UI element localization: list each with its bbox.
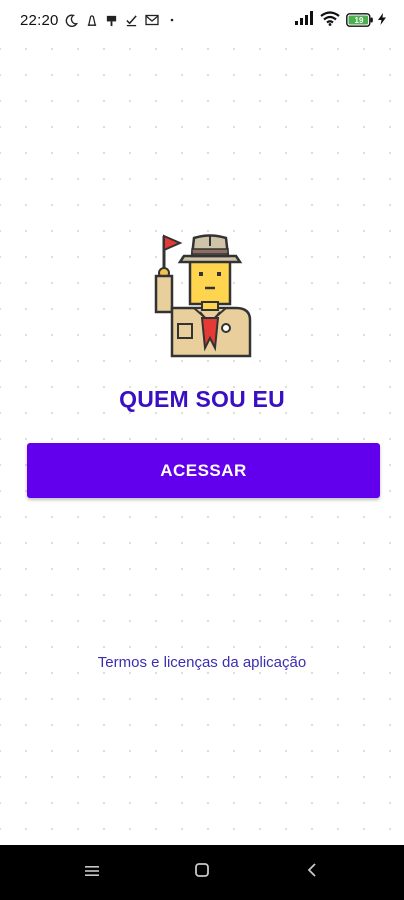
battery-icon: 19 (346, 13, 394, 27)
notification-app-icon (85, 13, 99, 27)
status-left-group: 22:20 (20, 12, 179, 29)
menu-icon (84, 864, 100, 882)
menu-button[interactable] (72, 853, 112, 893)
flag-notification-icon (105, 13, 119, 27)
charging-icon (378, 12, 386, 29)
app-title: QUEM SOU EU (119, 386, 285, 412)
back-button[interactable] (292, 853, 332, 893)
signal-icon (294, 11, 314, 29)
terms-link[interactable]: Termos e licenças da aplicação (0, 654, 404, 671)
app-screen: 22:20 19 QUEM SOU EU ACESSAR Termos e li… (0, 0, 404, 900)
status-time: 22:20 (20, 11, 59, 29)
navigation-bar (0, 845, 404, 900)
dot-icon (165, 13, 179, 27)
battery-level: 19 (354, 15, 364, 25)
home-button[interactable] (182, 853, 222, 893)
check-icon (125, 13, 139, 27)
scout-logo (150, 232, 254, 358)
back-icon (306, 862, 318, 883)
wifi-icon (320, 10, 340, 30)
moon-icon (65, 13, 79, 27)
status-right-group: 19 (294, 10, 386, 30)
status-bar: 22:20 19 (0, 0, 404, 40)
home-icon (194, 862, 210, 883)
access-button[interactable]: ACESSAR (27, 443, 380, 498)
mail-icon (144, 13, 159, 27)
